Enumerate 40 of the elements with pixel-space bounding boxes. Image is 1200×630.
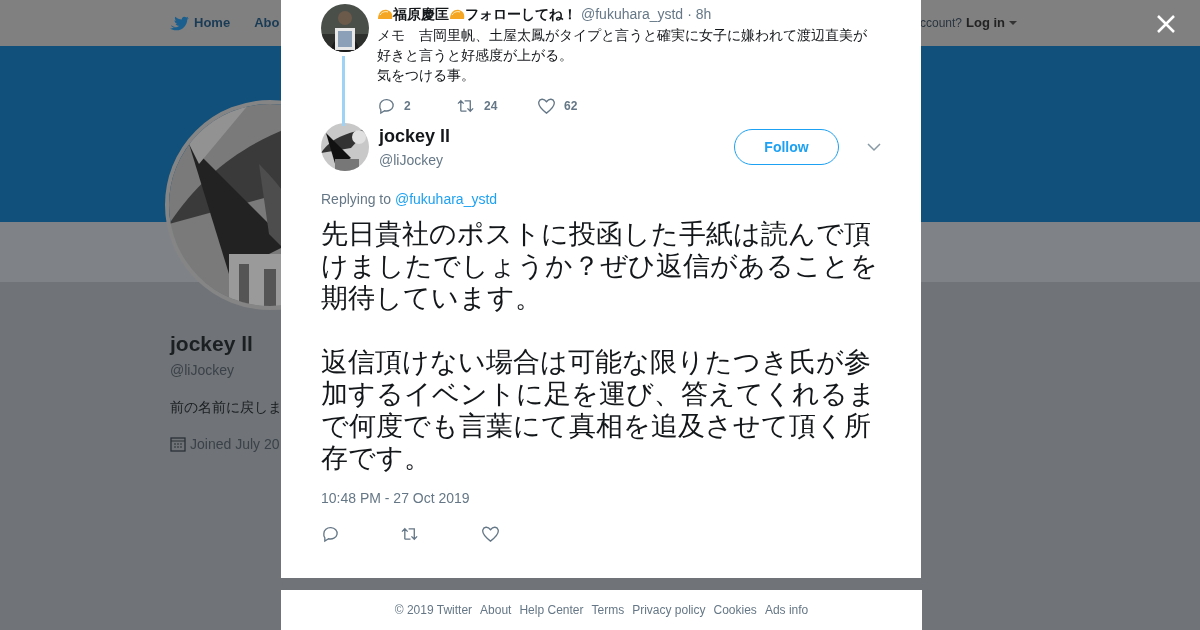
login-link[interactable]: Log in <box>966 13 1017 33</box>
chevron-down-icon[interactable] <box>867 142 881 152</box>
tweet-timestamp: 10:48 PM - 27 Oct 2019 <box>321 489 471 508</box>
author-name: フォローしてね！ <box>465 5 577 24</box>
author-name: jockey ll <box>379 125 452 148</box>
copyright-text: © 2019 Twitter <box>394 602 473 619</box>
reply-icon[interactable] <box>321 525 340 543</box>
nav-link[interactable]: Abo <box>254 13 280 33</box>
reply-icon[interactable] <box>377 97 396 115</box>
retweet-count: 24 <box>484 98 498 115</box>
tweet-text: 気をつける事。 <box>377 66 476 85</box>
like-count: 62 <box>564 98 578 115</box>
author-name: 福原慶匡 <box>393 5 449 24</box>
profile-name: jockey ll <box>170 331 253 357</box>
tweet-time: · 8h <box>687 5 712 24</box>
heart-icon[interactable] <box>481 525 500 543</box>
tweet-text: 先日貴社のポストに投函した手紙は読んで頂けましたでしょうか？ぜひ返信があることを期待しています。 <box>321 218 879 314</box>
bird-icon <box>170 14 190 32</box>
profile-bio: 前の名前に戻しま <box>170 397 282 417</box>
tweet-text: メモ 吉岡里帆、土屋太鳳がタイプと言うと確実に女子に嫌われて渡辺直美が好きと言うと好感度が上がる。 <box>377 26 868 65</box>
nav-link[interactable]: Home <box>170 13 231 33</box>
footer-link[interactable]: About <box>480 601 512 619</box>
footer-link[interactable]: Help Center <box>519 601 584 619</box>
tweet-text: 返信頂けない場合は可能な限りたつき氏が参加するイベントに足を運び、答えてくれるまで何度でも言葉にて真相を追及させて頂く所存です。 <box>321 346 877 474</box>
calendar-icon <box>170 436 186 452</box>
caret-icon <box>1009 21 1017 25</box>
author-handle: @fukuhara_ystd <box>581 5 684 24</box>
footer-link[interactable]: Terms <box>591 601 625 619</box>
reply-count: 2 <box>404 98 411 115</box>
follow-button[interactable]: Follow <box>734 129 839 165</box>
footer-link[interactable]: Ads info <box>764 601 809 619</box>
retweet-icon[interactable] <box>401 525 420 543</box>
close-icon[interactable] <box>1156 14 1176 34</box>
author-handle: @liJockey <box>379 151 444 170</box>
footer-link[interactable]: Privacy policy <box>632 601 706 619</box>
retweet-icon[interactable] <box>457 97 476 115</box>
footer-link[interactable]: Cookies <box>713 601 757 619</box>
heart-icon[interactable] <box>537 97 556 115</box>
mention-link[interactable]: @fukuhara_ystd <box>394 191 498 207</box>
account-prompt-text: ccount? <box>919 15 962 32</box>
